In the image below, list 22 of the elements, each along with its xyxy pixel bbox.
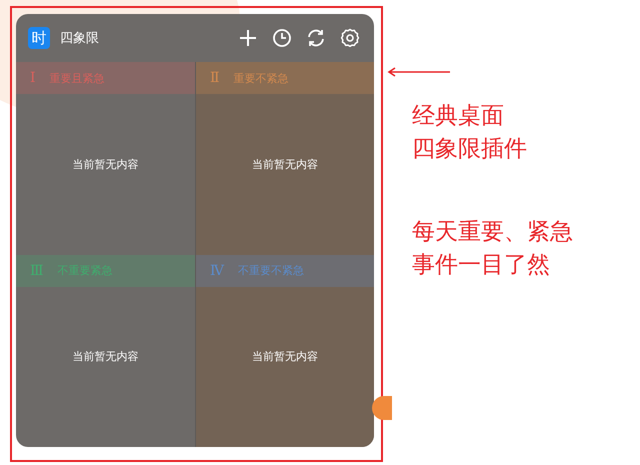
arrow-icon: [386, 67, 452, 77]
refresh-icon[interactable]: [306, 28, 326, 48]
quadrant-numeral: Ⅱ: [210, 70, 220, 86]
annotation-text: 四象限插件: [412, 135, 528, 164]
clock-icon[interactable]: [272, 28, 292, 48]
app-icon: 时: [28, 27, 50, 49]
quadrant-numeral: Ⅳ: [210, 262, 224, 278]
add-icon[interactable]: [238, 28, 258, 48]
settings-icon[interactable]: [340, 28, 360, 48]
annotation-text: 经典桌面: [412, 102, 505, 131]
empty-message: 当前暂无内容: [252, 349, 318, 364]
quadrant-label: 重要且紧急: [50, 70, 105, 86]
empty-message: 当前暂无内容: [252, 156, 318, 172]
widget-title: 四象限: [60, 30, 99, 47]
quadrant-numeral: Ⅰ: [30, 70, 36, 86]
annotation-text: 事件一目了然: [412, 251, 551, 280]
floating-button[interactable]: [372, 396, 392, 420]
annotation-text: 每天重要、紧急: [412, 218, 573, 247]
empty-message: 当前暂无内容: [72, 156, 138, 172]
empty-message: 当前暂无内容: [72, 349, 138, 364]
quadrant-label: 重要不紧急: [234, 70, 289, 86]
quadrant-label: 不重要不紧急: [238, 263, 304, 278]
